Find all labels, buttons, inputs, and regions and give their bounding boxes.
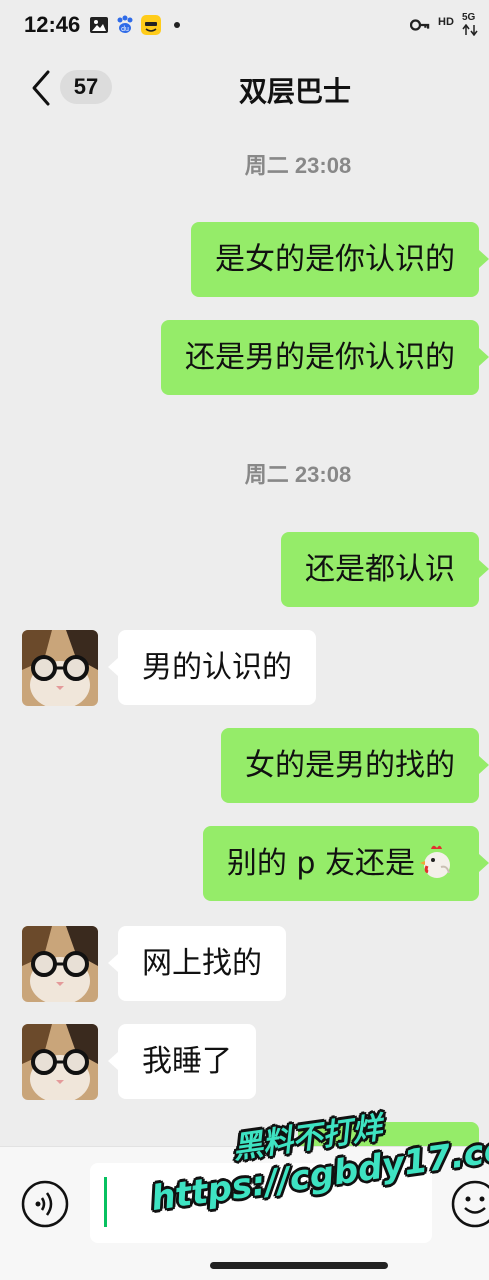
- key-icon: [410, 19, 430, 31]
- home-indicator[interactable]: [210, 1262, 388, 1269]
- timestamp: 周二 23:08: [244, 153, 352, 178]
- baidu-paw-icon: du: [117, 15, 133, 33]
- chevron-left-icon[interactable]: [28, 68, 52, 108]
- outgoing-message[interactable]: 别的 p 友还是: [202, 826, 489, 901]
- contact-avatar[interactable]: [22, 630, 98, 706]
- chat-header: 57 双层巴士: [0, 54, 489, 124]
- message-list[interactable]: 周二 23:08 是女的是你认识的 还是男的是你认识的 周二 23:08 还是都…: [0, 124, 489, 1146]
- outgoing-message[interactable]: 是女的是你认识的: [191, 222, 489, 297]
- 5g-signal-icon: 5G: [462, 12, 476, 23]
- cat-glasses-avatar-icon: [22, 1024, 98, 1100]
- unread-count-badge[interactable]: 57: [60, 70, 112, 104]
- timestamp: 周二 23:08: [244, 462, 352, 487]
- cat-glasses-avatar-icon: [22, 630, 98, 706]
- outgoing-message-partial[interactable]: [298, 1122, 479, 1146]
- status-time: 12:46: [24, 12, 81, 37]
- outgoing-message[interactable]: 还是都认识: [281, 532, 489, 607]
- message-text: 别的 p 友还是: [226, 846, 415, 881]
- status-bar: 12:46 du HD 5G: [0, 0, 489, 54]
- image-icon: [90, 17, 108, 33]
- incoming-message[interactable]: 男的认识的: [108, 630, 316, 705]
- data-arrows-icon: [462, 24, 478, 36]
- contact-avatar[interactable]: [22, 1024, 98, 1100]
- svg-text:du: du: [121, 26, 129, 33]
- emoji-smile-icon[interactable]: [450, 1179, 489, 1229]
- incoming-message[interactable]: 我睡了: [108, 1024, 256, 1099]
- duck-app-icon: [141, 15, 161, 35]
- message-input[interactable]: [90, 1163, 432, 1243]
- chicken-emoji-icon: [420, 845, 450, 878]
- input-bar: [0, 1146, 489, 1280]
- cat-glasses-avatar-icon: [22, 926, 98, 1002]
- text-caret: [104, 1177, 107, 1227]
- contact-avatar[interactable]: [22, 926, 98, 1002]
- hd-icon: HD: [438, 16, 454, 28]
- chat-title: 双层巴士: [238, 75, 351, 108]
- notification-dot: [174, 22, 180, 28]
- incoming-message[interactable]: 网上找的: [108, 926, 286, 1001]
- outgoing-message[interactable]: 还是男的是你认识的: [161, 320, 489, 395]
- outgoing-message[interactable]: 女的是男的找的: [221, 728, 489, 803]
- voice-input-icon[interactable]: [20, 1179, 70, 1229]
